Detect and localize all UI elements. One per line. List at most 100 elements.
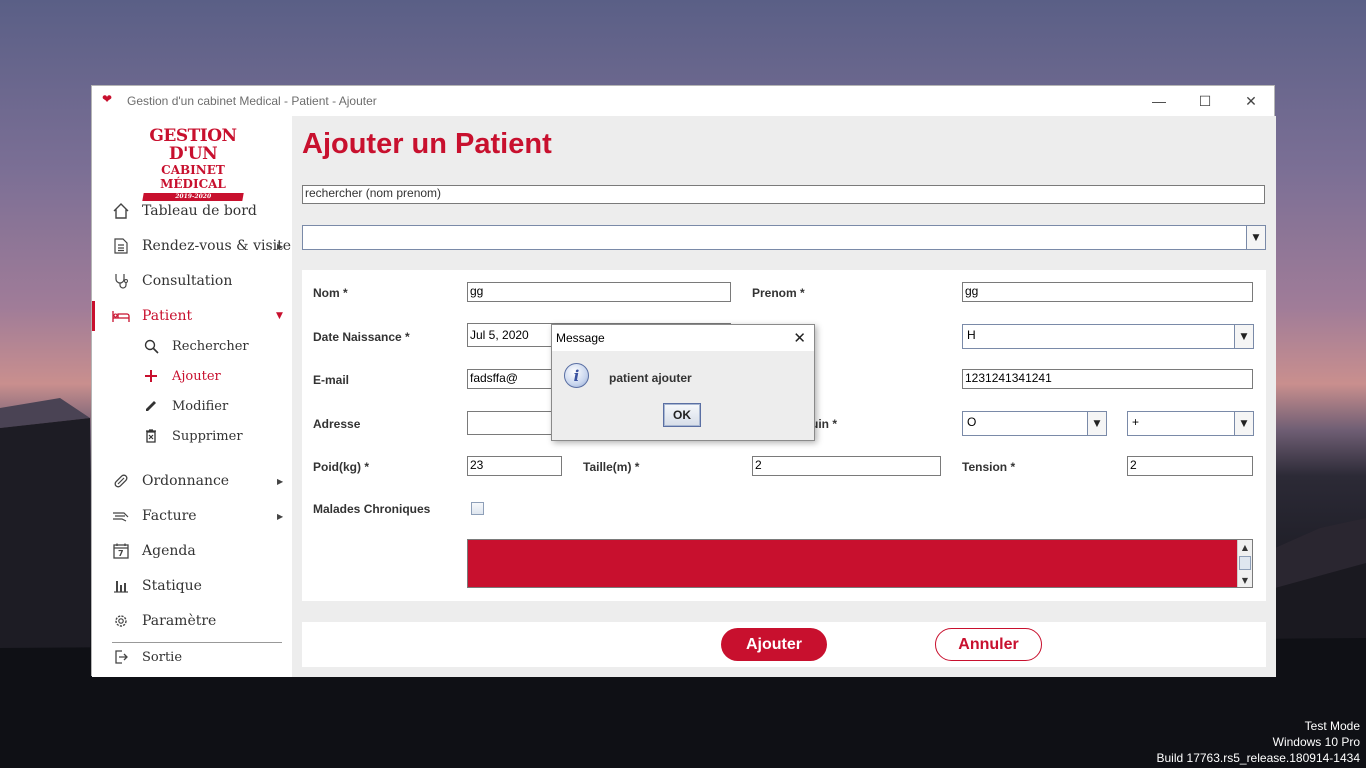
dialog-close-icon[interactable]: ✕ <box>793 329 806 347</box>
sidebar-item-label: Agenda <box>142 543 196 559</box>
subitem-label: Ajouter <box>172 368 221 384</box>
title-bar: Gestion d'un cabinet Medical - Patient -… <box>92 86 1274 116</box>
sidebar-item-label: Consultation <box>142 273 233 289</box>
windows-watermark: Test Mode Windows 10 Pro Build 17763.rs5… <box>1157 718 1361 766</box>
sidebar-item-facture[interactable]: Facture ▶ <box>92 501 292 531</box>
chevron-down-icon[interactable]: ▼ <box>1087 412 1106 435</box>
trash-icon <box>143 428 159 444</box>
sidebar-item-label: Ordonnance <box>142 473 230 489</box>
active-indicator <box>92 301 95 331</box>
app-heart-icon <box>102 92 118 108</box>
window-controls: — ☐ ✕ <box>1136 86 1274 116</box>
annuler-button[interactable]: Annuler <box>935 628 1042 661</box>
subitem-modifier[interactable]: Modifier <box>92 393 292 419</box>
chevron-down-icon[interactable]: ▼ <box>1234 412 1253 435</box>
expand-arrow-icon: ▶ <box>277 241 284 251</box>
close-button[interactable]: ✕ <box>1228 86 1274 116</box>
patient-results-combo[interactable]: ▼ <box>302 225 1266 250</box>
app-logo: GESTION D'UN CABINET MÉDICAL 2019-2020 <box>128 127 258 201</box>
calendar-icon: 7 <box>112 542 130 560</box>
sidebar-item-label: Tableau de bord <box>142 203 257 219</box>
gear-icon <box>112 612 130 630</box>
prenom-field[interactable]: gg <box>962 282 1253 302</box>
sidebar-item-consultation[interactable]: Consultation <box>92 266 292 296</box>
adresse-label: Adresse <box>313 417 361 431</box>
tension-field[interactable]: 2 <box>1127 456 1253 476</box>
poid-label: Poid(kg) * <box>313 460 369 474</box>
document-icon <box>112 237 130 255</box>
logo-line: GESTION D'UN <box>149 126 237 164</box>
scroll-thumb[interactable] <box>1239 556 1251 570</box>
nom-field[interactable]: gg <box>467 282 731 302</box>
rhesus-select[interactable]: + ▼ <box>1127 411 1254 436</box>
nom-label: Nom * <box>313 286 348 300</box>
telephone-field[interactable]: 1231241341241 <box>962 369 1253 389</box>
combo-value <box>303 226 1246 249</box>
search-icon <box>143 338 159 354</box>
svg-text:7: 7 <box>118 549 124 558</box>
message-dialog: Message ✕ i patient ajouter OK <box>551 324 815 441</box>
bed-icon <box>112 307 130 325</box>
minimize-button[interactable]: — <box>1136 86 1182 116</box>
malades-chroniques-checkbox[interactable] <box>471 502 484 515</box>
sidebar-item-label: Rendez-vous & visite <box>142 238 292 254</box>
subitem-label: Supprimer <box>172 428 243 444</box>
textarea-scrollbar[interactable]: ▲ ▼ <box>1237 540 1252 587</box>
taille-field[interactable]: 2 <box>752 456 941 476</box>
dialog-title: Message <box>552 325 814 351</box>
ok-button[interactable]: OK <box>663 403 701 427</box>
cash-icon <box>112 507 130 525</box>
window-title: Gestion d'un cabinet Medical - Patient -… <box>127 94 377 108</box>
subitem-label: Rechercher <box>172 338 249 354</box>
chevron-down-icon[interactable]: ▼ <box>1246 226 1265 249</box>
expand-arrow-icon: ▶ <box>277 511 284 521</box>
sidebar-item-sortie[interactable]: Sortie <box>92 642 292 672</box>
sidebar-item-label: Sortie <box>142 649 183 665</box>
logout-icon <box>112 648 130 666</box>
scroll-down-icon[interactable]: ▼ <box>1238 573 1252 587</box>
ajouter-button[interactable]: Ajouter <box>721 628 827 661</box>
expand-arrow-icon: ▶ <box>277 476 284 486</box>
combo-value: H <box>967 328 976 342</box>
sidebar-item-label: Statique <box>142 578 202 594</box>
maximize-button[interactable]: ☐ <box>1182 86 1228 116</box>
subitem-label: Modifier <box>172 398 229 414</box>
taille-label: Taille(m) * <box>583 460 640 474</box>
collapse-arrow-icon: ▼ <box>276 311 283 321</box>
sexe-select[interactable]: H ▼ <box>962 324 1254 349</box>
sidebar-item-statique[interactable]: Statique <box>92 571 292 601</box>
action-bar: Ajouter Annuler <box>302 622 1266 667</box>
date-naissance-label: Date Naissance * <box>313 330 410 344</box>
search-input[interactable]: rechercher (nom prenom) <box>302 185 1265 204</box>
sidebar-item-rendez-vous[interactable]: Rendez-vous & visite ▶ <box>92 231 292 261</box>
sidebar-item-patient[interactable]: Patient ▼ <box>92 301 292 331</box>
chevron-down-icon[interactable]: ▼ <box>1234 325 1253 348</box>
bar-chart-icon <box>112 577 130 595</box>
subitem-ajouter[interactable]: Ajouter <box>92 363 292 389</box>
watermark-line: Test Mode <box>1304 719 1360 733</box>
subitem-supprimer[interactable]: Supprimer <box>92 423 292 449</box>
combo-value: O <box>967 415 977 429</box>
sidebar-item-ordonnance[interactable]: Ordonnance ▶ <box>92 466 292 496</box>
subitem-rechercher[interactable]: Rechercher <box>92 333 292 359</box>
sidebar-item-label: Facture <box>142 508 197 524</box>
sidebar: GESTION D'UN CABINET MÉDICAL 2019-2020 T… <box>92 116 292 677</box>
sidebar-item-parametre[interactable]: Paramètre <box>92 606 292 636</box>
sidebar-item-label: Patient <box>142 308 193 324</box>
tension-label: Tension * <box>962 460 1016 474</box>
email-label: E-mail <box>313 373 350 387</box>
malades-textarea[interactable]: ▲ ▼ <box>467 539 1253 588</box>
info-icon: i <box>564 363 589 388</box>
page-title: Ajouter un Patient <box>302 128 552 160</box>
plus-icon <box>143 368 159 384</box>
scroll-up-icon[interactable]: ▲ <box>1238 540 1252 554</box>
pill-icon <box>112 472 130 490</box>
sidebar-item-label: Paramètre <box>142 613 217 629</box>
sidebar-item-agenda[interactable]: 7 Agenda <box>92 536 292 566</box>
sidebar-item-tableau-de-bord[interactable]: Tableau de bord <box>92 196 292 226</box>
pencil-icon <box>143 398 159 414</box>
stethoscope-icon <box>112 272 130 290</box>
logo-line: CABINET MÉDICAL <box>160 163 226 191</box>
poid-field[interactable]: 23 <box>467 456 562 476</box>
groupe-sanguin-select[interactable]: O ▼ <box>962 411 1107 436</box>
